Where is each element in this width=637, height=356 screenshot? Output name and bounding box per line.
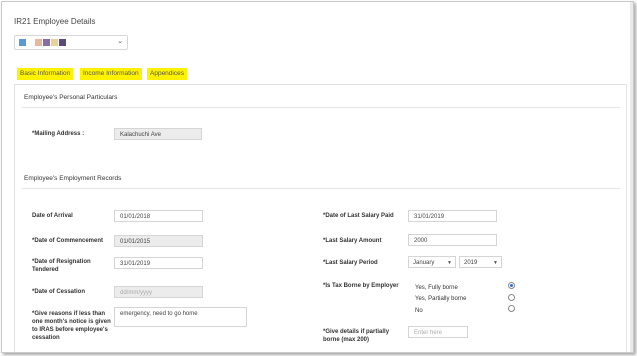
section-heading-personal: Employee's Personal Particulars: [24, 94, 118, 101]
employee-picker[interactable]: ⌄: [14, 35, 128, 50]
color-swatch: [43, 39, 50, 46]
salary-period-month-select[interactable]: January ▼: [408, 256, 456, 268]
date-of-arrival-field[interactable]: 01/01/2018: [114, 210, 203, 222]
color-swatch: [19, 39, 26, 46]
date-of-cessation-label: *Date of Cessation: [32, 289, 86, 295]
last-salary-amount-label: *Last Salary Amount: [323, 238, 382, 244]
tax-option-partially: Yes, Partially borne: [415, 296, 467, 302]
last-salary-amount-field[interactable]: 2000: [408, 234, 497, 246]
last-salary-paid-label: *Date of Last Salary Paid: [323, 213, 394, 219]
date-of-resignation-field[interactable]: 31/01/2019: [114, 257, 203, 269]
tax-borne-label: *Is Tax Borne by Employer: [323, 283, 399, 289]
vertical-scrollbar[interactable]: [630, 2, 633, 352]
tax-option-no: No: [415, 308, 423, 314]
chevron-down-icon: ▼: [493, 260, 498, 266]
chevron-down-icon: ▼: [447, 260, 452, 266]
section-heading-employment: Employee's Employment Records: [24, 175, 122, 182]
date-of-commencement-label: *Date of Commencement: [32, 238, 104, 244]
divider: [22, 107, 620, 108]
partial-details-field[interactable]: Enter here: [408, 326, 468, 338]
tax-option-fully: Yes, Fully borne: [415, 285, 458, 291]
divider: [22, 188, 620, 189]
radio-no[interactable]: [508, 305, 515, 312]
mailing-address-field[interactable]: Kalachuchi Ave: [114, 128, 202, 140]
color-swatch: [35, 39, 42, 46]
tab-basic-information[interactable]: Basic Information: [17, 68, 74, 80]
date-of-resignation-label: *Date of Resignation Tendered: [32, 259, 91, 273]
window-frame: IR21 Employee Details ⌄ Basic Informatio…: [1, 1, 634, 353]
salary-period-year-select[interactable]: 2019 ▼: [459, 256, 502, 268]
radio-partially-borne[interactable]: [508, 294, 515, 301]
partial-details-label: *Give details if partially borne (max 20…: [323, 329, 390, 343]
last-salary-period-label: *Last Salary Period: [323, 260, 378, 266]
salary-period-year-value: 2019: [464, 260, 478, 266]
cessation-reason-textarea[interactable]: emergency, need to go home: [114, 307, 247, 327]
date-of-cessation-field[interactable]: dd/mm/yyyy: [114, 286, 203, 298]
color-swatch: [59, 39, 66, 46]
chevron-down-icon: ⌄: [117, 38, 123, 45]
tab-appendices[interactable]: Appendices: [147, 68, 187, 80]
cessation-reason-label: *Give reasons if less than one month's n…: [32, 311, 111, 341]
mailing-address-label: *Mailing Address :: [32, 131, 85, 137]
page-title: IR21 Employee Details: [14, 17, 96, 26]
salary-period-month-value: January: [413, 260, 435, 266]
date-of-commencement-field[interactable]: 01/01/2015: [114, 235, 203, 247]
color-swatch: [51, 39, 58, 46]
radio-fully-borne[interactable]: [508, 282, 515, 289]
date-of-arrival-label: Date of Arrival: [32, 213, 73, 219]
last-salary-paid-field[interactable]: 31/01/2019: [408, 210, 497, 222]
tab-income-information[interactable]: Income Information: [80, 68, 142, 80]
